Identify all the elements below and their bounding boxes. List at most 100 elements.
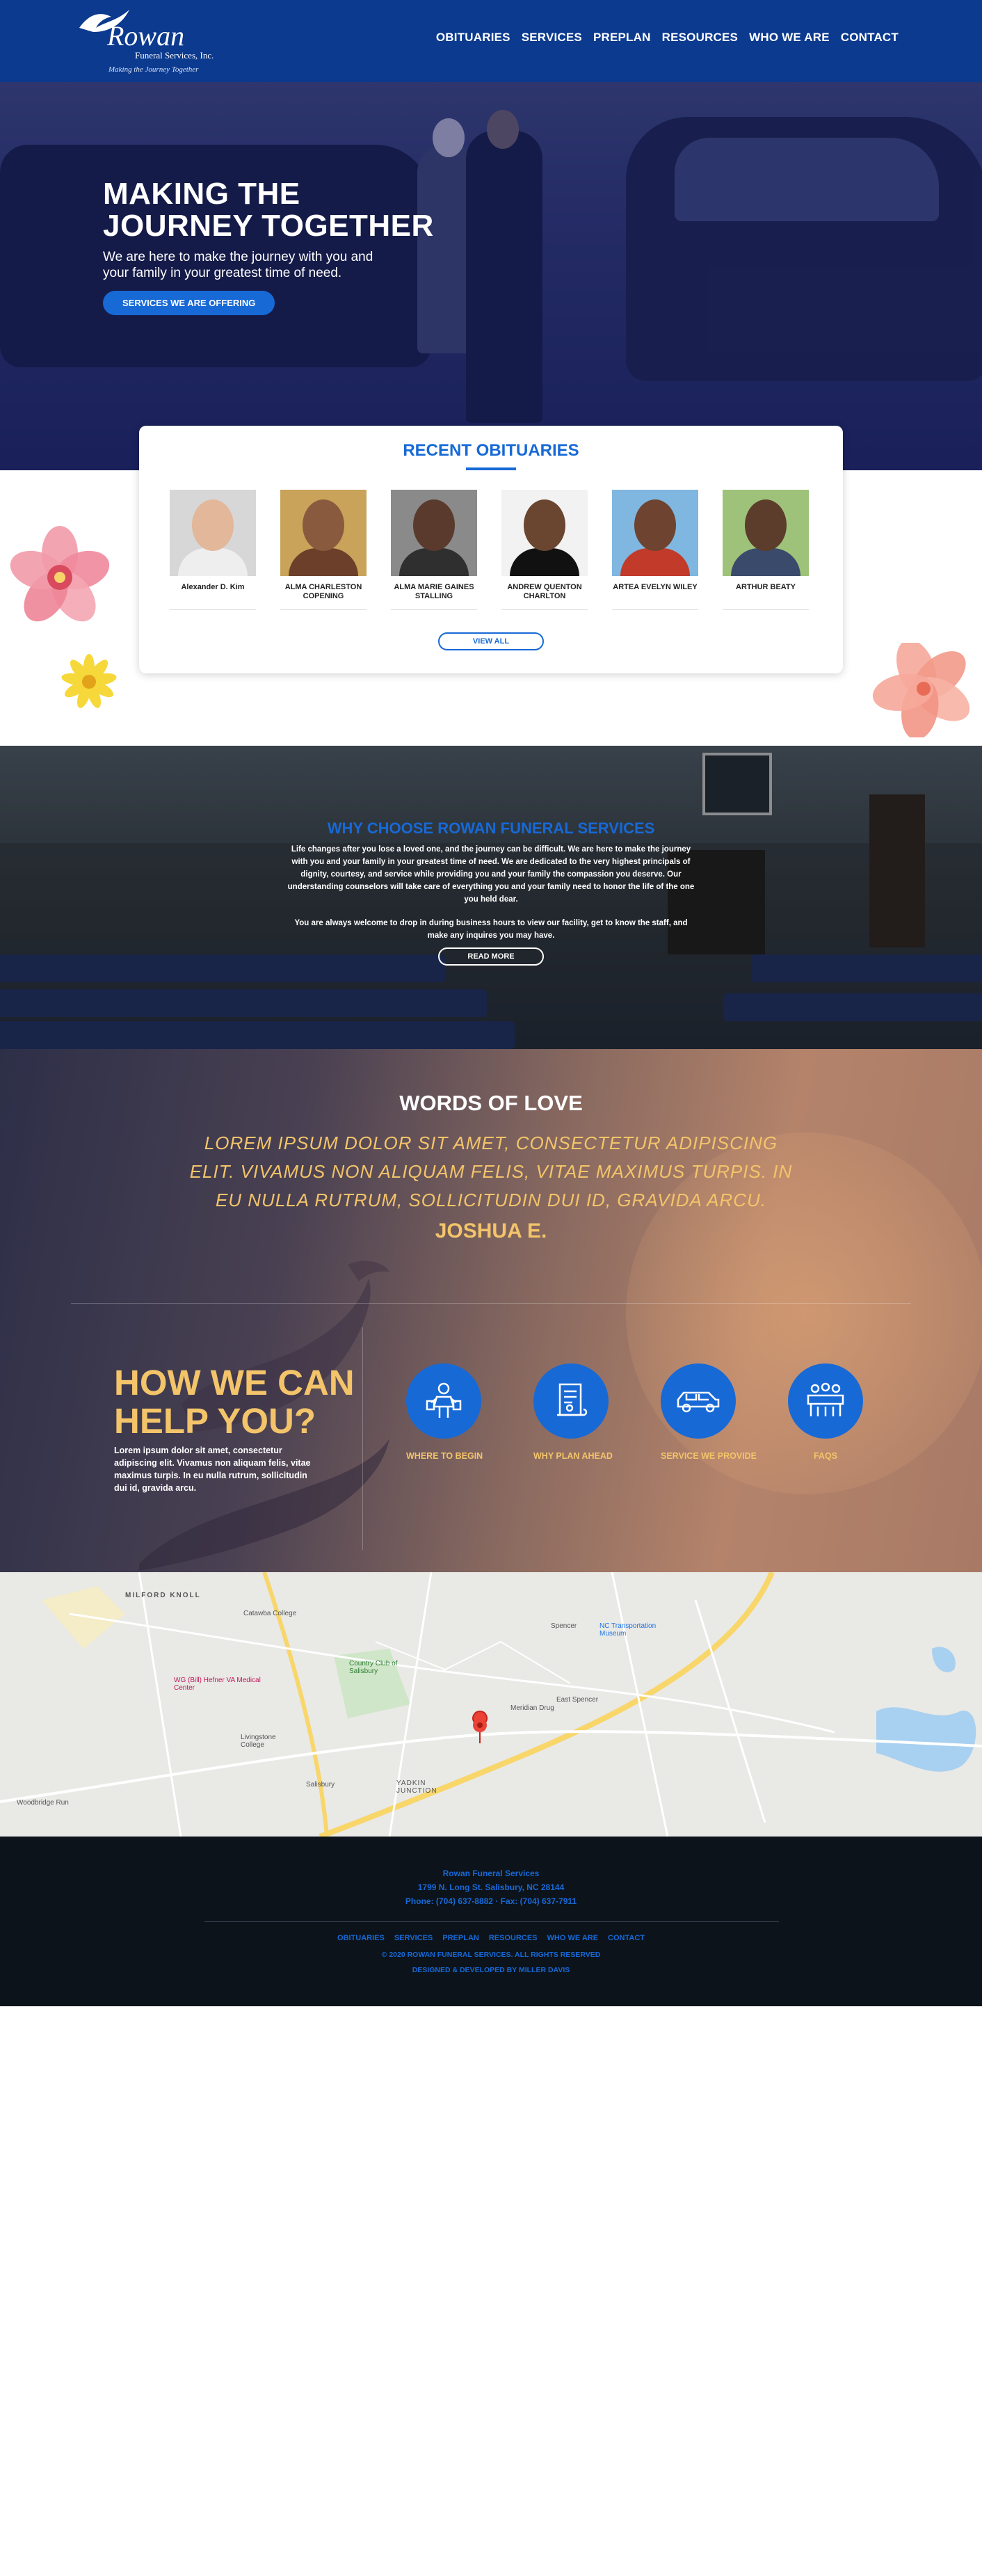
obituary-name[interactable]: ALMA CHARLESTON COPENING (280, 583, 367, 602)
services-offering-button[interactable]: SERVICES WE ARE OFFERING (103, 291, 275, 315)
help-items: WHERE TO BEGIN WHY PLAN AHEAD SERVICE WE… (406, 1363, 863, 1461)
obituary-photo[interactable] (723, 490, 809, 576)
footer-developer-credit[interactable]: DESIGNED & DEVELOPED BY MILLER DAVIS (0, 1966, 982, 1974)
yellow-flower-icon (61, 654, 117, 708)
nav-preplan[interactable]: PREPLAN (593, 31, 651, 45)
help-item-faqs[interactable]: FAQS (788, 1363, 863, 1461)
help-item-service-we-provide[interactable]: SERVICE WE PROVIDE (661, 1363, 757, 1461)
words-of-love-section: WORDS OF LOVE LOREM IPSUM DOLOR SIT AMET… (0, 1049, 982, 1572)
footer-divider (204, 1921, 779, 1922)
obituary-item[interactable]: Alexander D. Kim (170, 490, 256, 610)
logo[interactable]: Rowan Funeral Services, Inc. Making the … (77, 7, 216, 75)
obituary-item[interactable]: ALMA CHARLESTON COPENING (280, 490, 367, 610)
help-item-why-plan-ahead[interactable]: WHY PLAN AHEAD (533, 1363, 613, 1461)
map-label: Meridian Drug (510, 1704, 554, 1712)
map-label: Country Club of Salisbury (349, 1660, 398, 1675)
obituary-photo[interactable] (170, 490, 256, 576)
map-label: Catawba College (243, 1610, 297, 1617)
map-label: Salisbury (306, 1781, 335, 1789)
footer-nav-resources[interactable]: RESOURCES (489, 1934, 538, 1942)
nav-obituaries[interactable]: OBITUARIES (436, 31, 510, 45)
hearse-icon (677, 1391, 720, 1413)
help-title-line1: HOW WE CAN (114, 1363, 355, 1402)
why-paragraph-1: Life changes after you lose a loved one,… (287, 845, 695, 904)
obituary-photo[interactable] (501, 490, 588, 576)
footer-nav-contact[interactable]: CONTACT (608, 1934, 645, 1942)
why-content: WHY CHOOSE ROWAN FUNERAL SERVICES Life c… (285, 819, 697, 966)
map-label: WG (Bill) Hefner VA Medical Center (174, 1677, 261, 1692)
hero-title-line2: JOURNEY TOGETHER (103, 209, 434, 243)
obituaries-title-underline (466, 467, 516, 470)
obituary-photo-face (745, 499, 787, 551)
map-label: Woodbridge Run (17, 1799, 69, 1807)
obituary-photo-body (289, 548, 358, 576)
help-title: HOW WE CAN HELP YOU? (114, 1363, 378, 1440)
obituary-photo[interactable] (391, 490, 477, 576)
pink-flower-left-icon (10, 526, 110, 622)
obituary-photo-face (192, 499, 234, 551)
map-label: Livingstone College (241, 1734, 276, 1749)
obituary-photo-body (620, 548, 690, 576)
map-label: MILFORD KNOLL (125, 1592, 201, 1599)
read-more-button[interactable]: READ MORE (438, 947, 544, 966)
footer-nav: OBITUARIES SERVICES PREPLAN RESOURCES WH… (0, 1934, 982, 1942)
hero-title: MAKING THE JOURNEY TOGETHER (103, 178, 520, 242)
help-circle[interactable] (661, 1363, 736, 1439)
help-circle[interactable] (406, 1363, 481, 1439)
footer-nav-obituaries[interactable]: OBITUARIES (337, 1934, 385, 1942)
hero-section: MAKING THE JOURNEY TOGETHER We are here … (0, 82, 982, 470)
nav-services[interactable]: SERVICES (522, 31, 582, 45)
nav-resources[interactable]: RESOURCES (662, 31, 739, 45)
why-paragraph-2: You are always welcome to drop in during… (294, 919, 688, 940)
obituary-photo-face (413, 499, 455, 551)
footer-nav-preplan[interactable]: PREPLAN (442, 1934, 479, 1942)
nav-contact[interactable]: CONTACT (841, 31, 899, 45)
main-nav: OBITUARIES SERVICES PREPLAN RESOURCES WH… (436, 31, 899, 45)
nav-who-we-are[interactable]: WHO WE ARE (749, 31, 830, 45)
obituary-photo[interactable] (280, 490, 367, 576)
person-map-icon (426, 1382, 462, 1418)
help-label: WHY PLAN AHEAD (533, 1451, 613, 1461)
help-circle[interactable] (788, 1363, 863, 1439)
footer-copyright: © 2020 ROWAN FUNERAL SERVICES. ALL RIGHT… (381, 1951, 601, 1959)
obituary-item[interactable]: ANDREW QUENTON CHARLTON (501, 490, 588, 610)
footer-nav-who-we-are[interactable]: WHO WE ARE (547, 1934, 599, 1942)
obituary-item[interactable]: ARTEA EVELYN WILEY (612, 490, 698, 610)
site-header: Rowan Funeral Services, Inc. Making the … (0, 0, 982, 82)
help-label: SERVICE WE PROVIDE (661, 1451, 757, 1461)
obituary-item[interactable]: ALMA MARIE GAINES STALLING (391, 490, 477, 610)
view-all-button[interactable]: VIEW ALL (438, 632, 544, 650)
words-of-love-title: WORDS OF LOVE (399, 1091, 583, 1115)
map-label: NC Transportation Museum (599, 1622, 657, 1638)
section-divider (71, 1303, 911, 1304)
obituary-photo-face (524, 499, 565, 551)
obituary-photo[interactable] (612, 490, 698, 576)
hero-title-line1: MAKING THE (103, 177, 300, 211)
obituary-photo-face (634, 499, 676, 551)
hero-text: MAKING THE JOURNEY TOGETHER We are here … (103, 178, 520, 315)
obituary-photo-body (178, 548, 248, 576)
obituary-photo-face (303, 499, 344, 551)
obituary-photo-body (399, 548, 469, 576)
footer-phone: Phone: (704) 637-8882 · Fax: (704) 637-7… (405, 1896, 577, 1906)
why-choose-section: WHY CHOOSE ROWAN FUNERAL SERVICES Life c… (0, 746, 982, 1049)
footer-nav-services[interactable]: SERVICES (394, 1934, 433, 1942)
help-item-where-to-begin[interactable]: WHERE TO BEGIN (406, 1363, 483, 1461)
testimonial-author: JOSHUA E. (435, 1219, 547, 1242)
help-title-line2: HELP YOU? (114, 1401, 316, 1441)
obituary-item[interactable]: ARTHUR BEATY (723, 490, 809, 610)
help-label: WHERE TO BEGIN (406, 1451, 483, 1461)
location-map[interactable]: MILFORD KNOLL Catawba College NC Transpo… (0, 1572, 982, 1837)
footer-company-name: Rowan Funeral Services (442, 1869, 540, 1878)
obituary-name[interactable]: ALMA MARIE GAINES STALLING (391, 583, 477, 602)
site-footer: Rowan Funeral Services 1799 N. Long St. … (0, 1837, 982, 2006)
obituary-name[interactable]: ANDREW QUENTON CHARLTON (501, 583, 588, 602)
obituary-name[interactable]: ARTEA EVELYN WILEY (612, 583, 698, 602)
help-circle[interactable] (533, 1363, 609, 1439)
obituaries-list: Alexander D. Kim ALMA CHARLESTON COPENING… (170, 490, 809, 610)
pink-flower-right-icon (872, 643, 970, 737)
map-label: East Spencer (556, 1696, 599, 1704)
obituary-name[interactable]: Alexander D. Kim (170, 583, 256, 602)
obituary-name[interactable]: ARTHUR BEATY (723, 583, 809, 602)
help-text: Lorem ipsum dolor sit amet, consectetur … (114, 1446, 311, 1493)
